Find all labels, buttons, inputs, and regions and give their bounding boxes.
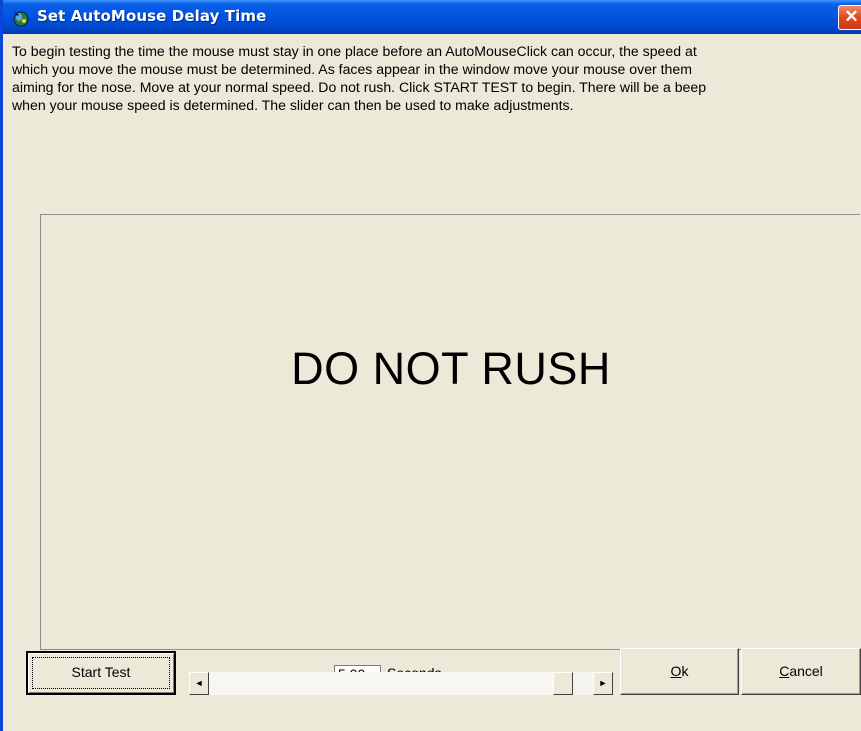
do-not-rush-message: DO NOT RUSH: [291, 343, 611, 394]
scroll-right-button[interactable]: ►: [593, 672, 613, 695]
slider-thumb[interactable]: [553, 672, 573, 695]
close-icon: ✕: [844, 7, 859, 26]
right-arrow-icon: ►: [598, 678, 608, 688]
scroll-left-button[interactable]: ◄: [189, 672, 209, 695]
test-face-area[interactable]: DO NOT RUSH: [40, 214, 860, 650]
cancel-mnemonic: C: [779, 663, 790, 679]
ok-label-rest: k: [681, 663, 689, 679]
close-button[interactable]: ✕: [838, 5, 861, 30]
window-title: Set AutoMouse Delay Time: [37, 7, 267, 25]
dialog-window: Set AutoMouse Delay Time ✕ To begin test…: [0, 0, 861, 731]
ok-mnemonic: O: [670, 663, 682, 679]
slider-track[interactable]: [209, 672, 573, 695]
title-bar[interactable]: Set AutoMouse Delay Time ✕: [3, 0, 861, 34]
delay-slider[interactable]: ◄ ►: [189, 672, 613, 695]
left-arrow-icon: ◄: [194, 678, 204, 688]
app-icon: [13, 11, 29, 27]
focus-rectangle: [32, 657, 170, 689]
start-test-button[interactable]: Start Test: [26, 651, 176, 695]
cancel-button[interactable]: Cancel: [741, 648, 861, 695]
cancel-label-rest: ancel: [789, 663, 823, 679]
ok-button[interactable]: Ok: [620, 648, 739, 695]
instructions-text: To begin testing the time the mouse must…: [12, 43, 707, 113]
